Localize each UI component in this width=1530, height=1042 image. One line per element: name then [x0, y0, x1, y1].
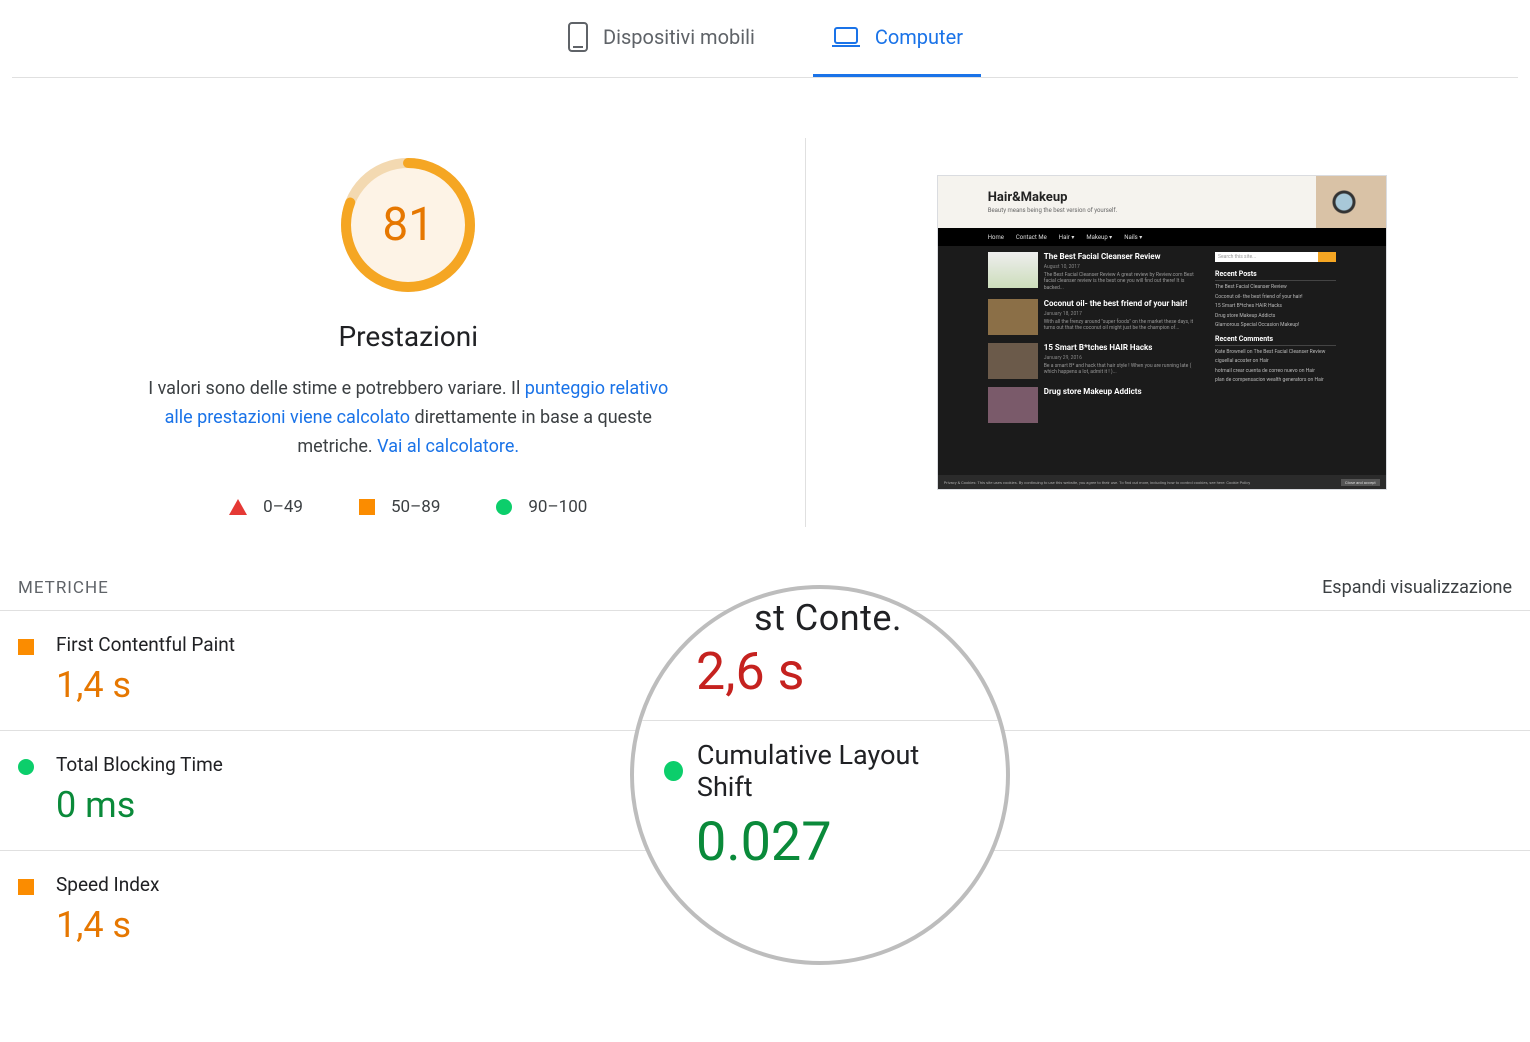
metric-value: 0 ms — [56, 784, 223, 826]
metric-name: Speed Index — [56, 873, 159, 896]
screenshot-post: Drug store Makeup Addicts — [988, 387, 1205, 423]
circle-icon — [18, 759, 34, 775]
screenshot-nav: Home Contact Me Hair ▾ Makeup ▾ Nails ▾ — [938, 228, 1386, 246]
circle-icon — [496, 499, 512, 515]
metrics-label: METRICHE — [18, 578, 109, 598]
legend-bad-label: 0–49 — [263, 497, 303, 517]
screenshot-cookie-text: Privacy & Cookies: This site uses cookie… — [944, 480, 1251, 485]
square-icon — [18, 879, 34, 895]
screenshot-sidebar-item: Drug store Makeup Addicts — [1215, 313, 1336, 320]
screenshot-sidebar-item: 15 Smart B*tches HAIR Hacks — [1215, 303, 1336, 310]
screenshot-nav-item: Nails ▾ — [1124, 234, 1142, 241]
screenshot-post: 15 Smart B*tches HAIR HacksJanuary 29, 2… — [988, 343, 1205, 379]
gauge-description: I valori sono delle stime e potrebbero v… — [138, 375, 678, 461]
calculator-link[interactable]: Vai al calcolatore. — [377, 436, 519, 457]
screenshot-sidebar-item: Coconut oil- the best friend of your hai… — [1215, 294, 1336, 301]
screenshot-sidebar-item: Glamorous Special Occasion Makeup! — [1215, 322, 1336, 329]
tab-desktop[interactable]: Computer — [813, 8, 981, 77]
overview-section: 81 Prestazioni I valori sono delle stime… — [0, 78, 1530, 547]
screenshot-recent-posts-h: Recent Posts — [1215, 270, 1336, 281]
screenshot-recent-comments-h: Recent Comments — [1215, 335, 1336, 346]
screenshot-nav-item: Hair ▾ — [1059, 234, 1075, 241]
gauge-score: 81 — [333, 150, 483, 300]
metric-name: Total Blocking Time — [56, 753, 223, 776]
screenshot-nav-item: Contact Me — [1016, 234, 1047, 241]
tab-mobile[interactable]: Dispositivi mobili — [549, 8, 773, 77]
score-legend: 0–49 50–89 90–100 — [229, 497, 587, 517]
legend-mid: 50–89 — [359, 497, 440, 517]
triangle-icon — [229, 499, 247, 515]
lens-lcp-value: 2,6 s — [696, 641, 966, 702]
lens-cls-label: Cumulative Layout Shift — [697, 739, 966, 803]
laptop-icon — [831, 25, 861, 49]
screenshot-site-title: Hair&Makeup — [988, 190, 1068, 205]
device-tabs: Dispositivi mobili Computer — [12, 0, 1518, 78]
lens-cls-value: 0.027 — [696, 811, 966, 874]
mobile-icon — [567, 22, 589, 52]
legend-good: 90–100 — [496, 497, 587, 517]
performance-gauge: 81 — [333, 150, 483, 300]
metric-name: First Contentful Paint — [56, 633, 235, 656]
expand-view-button[interactable]: Espandi visualizzazione — [1322, 577, 1512, 598]
gauge-desc-text: I valori sono delle stime e potrebbero v… — [148, 378, 525, 399]
magnifier-overlay: st Conte. 2,6 s Cumulative Layout Shift … — [630, 585, 1010, 965]
screenshot-nav-item: Makeup ▾ — [1086, 234, 1112, 241]
metric-value: 1,4 s — [56, 904, 159, 946]
legend-mid-label: 50–89 — [391, 497, 440, 517]
legend-good-label: 90–100 — [528, 497, 587, 517]
tab-desktop-label: Computer — [875, 25, 963, 49]
metric-value: 1,4 s — [56, 664, 235, 706]
screenshot-search: Search this site... — [1215, 252, 1336, 262]
screenshot-nav-item: Home — [988, 234, 1004, 241]
screenshot-site-subtitle: Beauty means being the best version of y… — [988, 207, 1117, 214]
score-panel: 81 Prestazioni I valori sono delle stime… — [12, 138, 806, 527]
tab-mobile-label: Dispositivi mobili — [603, 25, 755, 49]
screenshot-sidebar-item: plan de compensacion wealth generators o… — [1215, 377, 1336, 384]
screenshot-post: Coconut oil- the best friend of your hai… — [988, 299, 1205, 335]
screenshot-panel: Hair&Makeup Beauty means being the best … — [806, 138, 1519, 527]
screenshot-cookie-bar: Privacy & Cookies: This site uses cookie… — [938, 475, 1386, 489]
screenshot-cookie-btn: Close and accept — [1341, 479, 1380, 486]
screenshot-sidebar-item: hotmail crear cuenta de correo nuevo on … — [1215, 368, 1336, 375]
metrics-grid: First Contentful Paint 1,4 s Total Block… — [0, 611, 1530, 970]
circle-icon — [664, 761, 683, 781]
screenshot-hero-image — [1316, 176, 1386, 228]
square-icon — [18, 639, 34, 655]
page-screenshot: Hair&Makeup Beauty means being the best … — [937, 175, 1387, 490]
screenshot-sidebar-item: The Best Facial Cleanser Review — [1215, 284, 1336, 291]
gauge-title: Prestazioni — [338, 320, 478, 353]
legend-bad: 0–49 — [229, 497, 303, 517]
screenshot-sidebar-item: Kate Brownell on The Best Facial Cleanse… — [1215, 349, 1336, 356]
screenshot-post: The Best Facial Cleanser ReviewAugust 10… — [988, 252, 1205, 291]
metric-si: Speed Index 1,4 s — [0, 851, 765, 970]
square-icon — [359, 499, 375, 515]
screenshot-sidebar-item: ciguellal acoster on Hair — [1215, 358, 1336, 365]
